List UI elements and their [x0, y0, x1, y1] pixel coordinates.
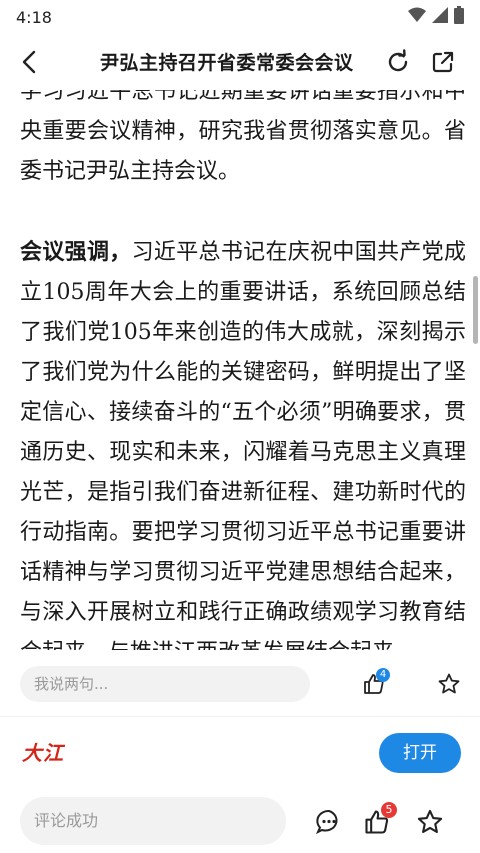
star-icon[interactable]	[416, 808, 444, 836]
app-banner: 大江 打开	[0, 716, 480, 787]
article-body: 学习习近平总书记近期重要讲话重要指示和中央重要会议精神，研究我省贯彻落实意见。省…	[20, 90, 466, 650]
paragraph-lead: 会议强调，	[20, 239, 132, 265]
status-bar: 4:18	[0, 0, 480, 34]
article-paragraph: 会议强调，习近平总书记在庆祝中国共产党成立105周年大会上的重要讲话，系统回顾总…	[20, 232, 466, 650]
comment-input-top[interactable]: 我说两句...	[20, 666, 310, 702]
article-content[interactable]: 学习习近平总书记近期重要讲话重要指示和中央重要会议精神，研究我省贯彻落实意见。省…	[0, 90, 480, 650]
status-icons	[408, 6, 464, 28]
app-logo: 大江	[22, 741, 64, 765]
article-paragraph: 学习习近平总书记近期重要讲话重要指示和中央重要会议精神，研究我省贯彻落实意见。省…	[20, 90, 466, 184]
nav-bar: 尹弘主持召开省委常委会会议	[0, 34, 480, 90]
comment-bubble-icon[interactable]	[315, 808, 343, 836]
paragraph-text: 习近平总书记在庆祝中国共产党成立105周年大会上的重要讲话，系统回顾总结了我们党…	[20, 240, 466, 650]
page-title: 尹弘主持召开省委常委会会议	[100, 52, 354, 74]
open-app-button[interactable]: 打开	[379, 733, 461, 773]
wifi-icon	[408, 7, 426, 27]
like-count-badge: 4	[376, 668, 390, 682]
share-external-icon[interactable]	[429, 48, 457, 76]
like-count-badge: 5	[381, 802, 397, 818]
battery-icon	[454, 6, 464, 28]
comment-toolbar-top: 我说两句... 4	[0, 652, 480, 716]
comment-input-bottom[interactable]: 评论成功	[20, 797, 286, 845]
refresh-icon[interactable]	[384, 48, 412, 76]
status-time: 4:18	[16, 7, 52, 27]
signal-icon	[432, 7, 448, 27]
scrollbar-thumb[interactable]	[473, 276, 478, 344]
comment-toolbar-bottom: 评论成功 5	[0, 786, 480, 853]
star-icon[interactable]	[437, 672, 461, 696]
back-arrow-icon[interactable]	[16, 48, 44, 76]
